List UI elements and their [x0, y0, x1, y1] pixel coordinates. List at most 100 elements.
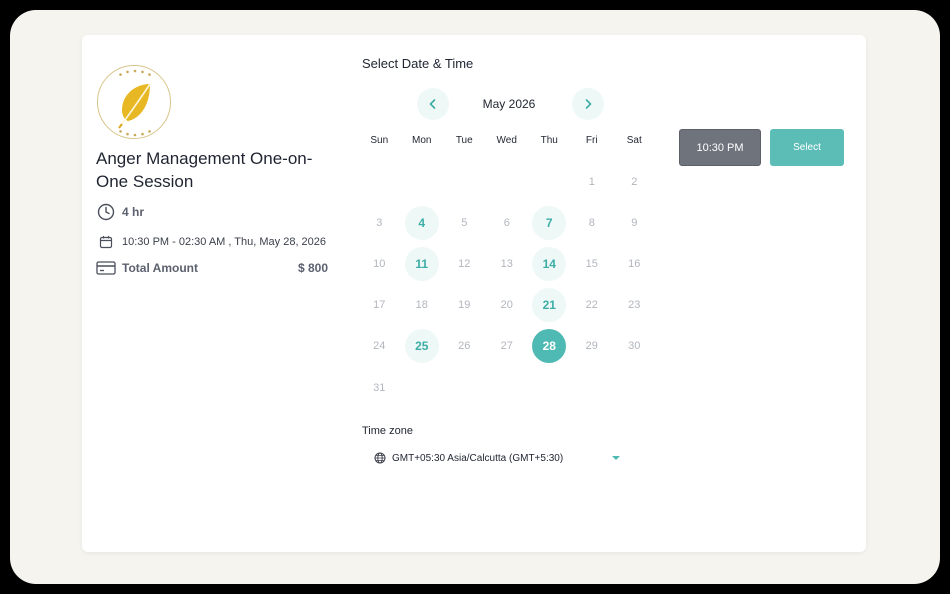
- timezone-value: GMT+05:30 Asia/Calcutta (GMT+5:30): [392, 452, 564, 464]
- next-month-button[interactable]: [572, 88, 604, 120]
- timezone-label: Time zone: [362, 425, 413, 437]
- calendar-day-15: 15: [571, 243, 614, 284]
- app-frame: Anger Management One-on-One Session 4 hr…: [10, 10, 940, 584]
- weekday-wed: Wed: [496, 135, 517, 146]
- section-title: Select Date & Time: [362, 56, 474, 71]
- weekday-sun: Sun: [370, 135, 389, 146]
- calendar-day-number: 26: [458, 340, 471, 353]
- duration-row: 4 hr: [96, 202, 144, 222]
- clock-icon: [96, 202, 116, 222]
- calendar-day-number: 28: [532, 329, 567, 364]
- calendar-day-30: 30: [613, 326, 656, 367]
- calendar-day-13: 13: [486, 243, 529, 284]
- calendar-day-31: 31: [358, 367, 401, 408]
- calendar-day-number: 31: [373, 381, 386, 394]
- calendar-day-number: 1: [588, 175, 595, 188]
- calendar-day-number: 23: [628, 299, 641, 312]
- calendar-day-number: 18: [415, 299, 428, 312]
- calendar-day-number: 25: [404, 329, 439, 364]
- calendar-day-20: 20: [486, 285, 529, 326]
- duration-value: 4 hr: [122, 205, 145, 219]
- calendar-day-number: 11: [404, 246, 439, 281]
- weekday-sat: Sat: [626, 135, 642, 146]
- calendar-day-27: 27: [486, 326, 529, 367]
- calendar-day-number: 16: [628, 257, 641, 270]
- select-button[interactable]: Select: [770, 129, 844, 166]
- calendar-day-11[interactable]: 11: [401, 243, 444, 284]
- calendar-day-number: 10: [373, 257, 386, 270]
- calendar-blank: [358, 161, 401, 202]
- calendar-day-number: 29: [585, 340, 598, 353]
- datetime-value: 10:30 PM - 02:30 AM , Thu, May 28, 2026: [122, 236, 327, 248]
- calendar-day-number: 24: [373, 340, 386, 353]
- time-slot-button[interactable]: 10:30 PM: [679, 129, 761, 166]
- event-title: Anger Management One-on-One Session: [96, 149, 313, 191]
- calendar-day-18: 18: [401, 285, 444, 326]
- calendar-day-number: 27: [500, 340, 513, 353]
- datetime-row: 10:30 PM - 02:30 AM , Thu, May 28, 2026: [96, 232, 326, 252]
- amount-label: Total Amount: [122, 261, 198, 275]
- calendar-day-7[interactable]: 7: [528, 202, 571, 243]
- amount-value: $ 800: [297, 261, 328, 275]
- calendar-blank: [443, 161, 486, 202]
- calendar-day-22: 22: [571, 285, 614, 326]
- month-label: May 2026: [482, 97, 536, 111]
- calendar-day-number: 19: [458, 299, 471, 312]
- calendar-day-9: 9: [613, 202, 656, 243]
- amount-row: Total Amount $ 800: [96, 258, 328, 278]
- calendar-day-21[interactable]: 21: [528, 285, 571, 326]
- calendar-day-26: 26: [443, 326, 486, 367]
- calendar-day-8: 8: [571, 202, 614, 243]
- leaf-logo-icon: [97, 65, 171, 139]
- weekday-thu: Thu: [540, 135, 558, 146]
- calendar-day-5: 5: [443, 202, 486, 243]
- calendar-day-6: 6: [486, 202, 529, 243]
- credit-card-icon: [96, 258, 116, 278]
- calendar-day-23: 23: [613, 285, 656, 326]
- calendar-day-19: 19: [443, 285, 486, 326]
- calendar-day-14[interactable]: 14: [528, 243, 571, 284]
- calendar-blank: [401, 161, 444, 202]
- weekday-fri: Fri: [585, 135, 598, 146]
- weekday-mon: Mon: [412, 135, 432, 146]
- calendar-day-number: 6: [503, 216, 510, 229]
- prev-month-button[interactable]: [417, 88, 449, 120]
- calendar-day-number: 15: [585, 257, 598, 270]
- timezone-select[interactable]: GMT+05:30 Asia/Calcutta (GMT+5:30): [374, 450, 620, 466]
- calendar-day-number: 12: [458, 257, 471, 270]
- calendar-day-number: 14: [532, 246, 567, 281]
- calendar-day-12: 12: [443, 243, 486, 284]
- globe-icon: [374, 452, 386, 464]
- calendar-day-16: 16: [613, 243, 656, 284]
- calendar-day-3: 3: [358, 202, 401, 243]
- calendar-day-number: 30: [628, 340, 641, 353]
- calendar-day-number: 9: [631, 216, 638, 229]
- weekday-tue: Tue: [455, 135, 473, 146]
- calendar-day-number: 21: [532, 288, 567, 323]
- calendar-day-number: 22: [585, 299, 598, 312]
- calendar-day-28[interactable]: 28: [528, 326, 571, 367]
- calendar-day-number: 3: [376, 216, 383, 229]
- chevron-right-icon: [585, 99, 592, 109]
- chevron-left-icon: [429, 99, 436, 109]
- calendar-day-25[interactable]: 25: [401, 326, 444, 367]
- calendar-blank: [486, 161, 529, 202]
- calendar-day-24: 24: [358, 326, 401, 367]
- calendar-icon: [96, 232, 116, 252]
- calendar-day-29: 29: [571, 326, 614, 367]
- calendar-day-number: 5: [461, 216, 468, 229]
- calendar-day-4[interactable]: 4: [401, 202, 444, 243]
- calendar-day-10: 10: [358, 243, 401, 284]
- calendar-day-number: 7: [532, 205, 567, 240]
- calendar-day-number: 4: [404, 205, 439, 240]
- calendar-grid: 1 2 3 4 5 6 7 8 9 10 11 12 13 14 15 16 17 18 19 20 21 22 23 24 2…: [358, 161, 658, 408]
- calendar-day-number: 8: [588, 216, 595, 229]
- weekday-header: Sun Mon Tue Wed Thu Fri Sat: [358, 135, 658, 146]
- calendar-day-number: 17: [373, 299, 386, 312]
- calendar-day-number: 13: [500, 257, 513, 270]
- calendar-day-1: 1: [571, 161, 614, 202]
- calendar-blank: [528, 161, 571, 202]
- caret-down-icon: [612, 456, 620, 460]
- calendar-day-17: 17: [358, 285, 401, 326]
- calendar-day-number: 2: [631, 175, 638, 188]
